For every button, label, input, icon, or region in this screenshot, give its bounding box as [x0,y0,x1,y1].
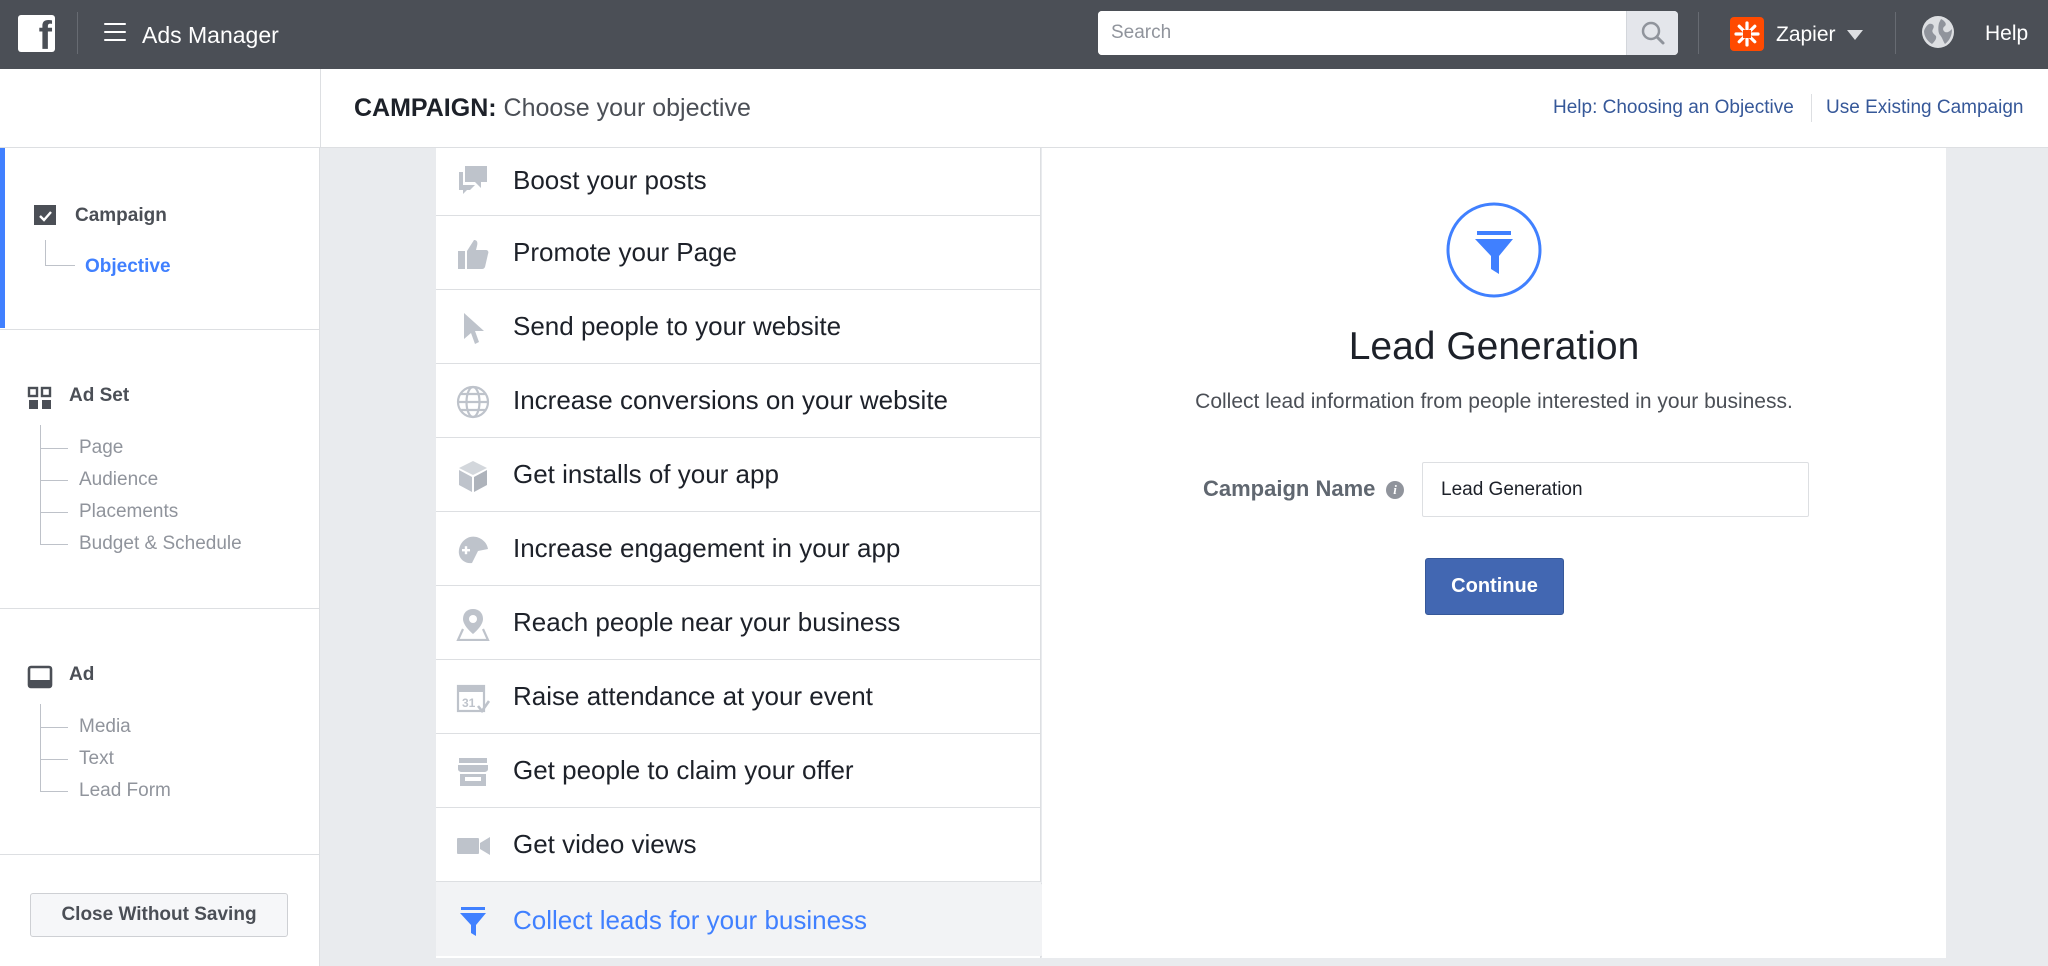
tree-connector [40,448,68,449]
sidebar-item-objective[interactable]: Objective [85,256,171,278]
tree-connector [40,544,68,545]
objective-label: Increase conversions on your website [513,385,949,415]
funnel-icon [460,907,486,936]
info-icon[interactable]: i [1386,481,1404,499]
tree-connector [40,727,68,728]
sidebar-section-ad: Ad Media Text Lead Form [0,609,320,855]
globe-icon [456,385,490,419]
sidebar-section-campaign: Campaign Objective [0,148,320,330]
gamepad-icon [458,536,488,564]
help-link[interactable]: Help [1985,22,2028,46]
top-bar-divider [77,12,78,54]
sidebar: Campaign Objective Ad Set Page Audience … [0,148,320,966]
objective-website-conversions[interactable]: Increase conversions on your website [436,364,1041,438]
header-divider [320,69,321,148]
active-section-indicator [0,148,5,328]
svg-text:31: 31 [462,696,476,710]
speech-bubbles-icon [459,166,487,194]
objective-boost-posts[interactable]: Boost your posts [436,148,1041,216]
page-title-prefix: CAMPAIGN: [354,94,497,122]
tree-connector [45,240,46,265]
sidebar-item-lead-form[interactable]: Lead Form [79,780,171,802]
objective-promote-page[interactable]: Promote your Page [436,216,1041,290]
continue-button[interactable]: Continue [1425,558,1564,615]
tree-connector [45,265,75,266]
thumbs-up-icon [458,240,489,269]
account-name: Zapier [1776,23,1836,46]
page-title: CAMPAIGN: Choose your objective [354,94,751,123]
objective-lead-generation[interactable]: Collect leads for your business [436,882,1041,956]
header-link-divider [1811,94,1812,122]
objective-label: Increase engagement in your app [513,533,901,563]
close-without-saving-button[interactable]: Close Without Saving [30,893,288,937]
globe-icon[interactable] [1921,15,1955,49]
grid-icon [27,386,52,409]
map-pin-icon [456,609,490,641]
objective-description: Collect lead information from people int… [1195,390,1793,413]
search-button[interactable] [1626,11,1678,55]
page-header: CAMPAIGN: Choose your objective Help: Ch… [0,69,2048,148]
sidebar-section-title[interactable]: Ad Set [69,385,129,407]
hamburger-menu-icon[interactable] [104,23,126,41]
objective-label: Get people to claim your offer [513,755,854,785]
sidebar-item-text[interactable]: Text [79,748,114,770]
sidebar-section-title[interactable]: Campaign [75,205,167,227]
search-icon [1641,21,1665,45]
top-bar-divider [1698,12,1699,54]
objective-label: Raise attendance at your event [513,681,873,711]
video-camera-icon [457,837,490,855]
top-bar: f Ads Manager Zapier [0,0,2048,69]
sidebar-section-ad-set: Ad Set Page Audience Placements Budget &… [0,330,320,609]
objective-list: Boost your posts Promote your Page Send … [436,148,1041,958]
chevron-down-icon [1847,30,1863,40]
objective-event-responses[interactable]: 31 Raise attendance at your event [436,660,1041,734]
objective-label: Get installs of your app [513,459,779,489]
search-input[interactable] [1098,11,1622,55]
objective-offer-claims[interactable]: Get people to claim your offer [436,734,1041,808]
objective-app-engagement[interactable]: Increase engagement in your app [436,512,1041,586]
sidebar-section-title[interactable]: Ad [69,664,94,686]
calendar-icon: 31 [456,684,490,714]
sidebar-item-placements[interactable]: Placements [79,501,178,523]
search-box [1098,11,1678,55]
objective-title: Lead Generation [1348,325,1640,368]
objective-website-traffic[interactable]: Send people to your website [436,290,1041,364]
app-title[interactable]: Ads Manager [142,22,279,49]
objective-label: Reach people near your business [513,607,901,637]
objective-label: Send people to your website [513,311,842,341]
page-title-text: Choose your objective [503,94,751,122]
sidebar-item-budget-schedule[interactable]: Budget & Schedule [79,533,242,555]
tree-connector [40,512,68,513]
tree-connector [40,480,68,481]
lead-generation-funnel-icon [1446,202,1542,298]
sidebar-item-page[interactable]: Page [79,437,123,459]
objective-label: Promote your Page [513,237,738,267]
facebook-logo-letter: f [38,15,52,52]
ad-preview-icon [27,665,53,689]
objective-label: Get video views [513,829,697,859]
objective-local-awareness[interactable]: Reach people near your business [436,586,1041,660]
sidebar-item-audience[interactable]: Audience [79,469,158,491]
storefront-icon [458,758,488,786]
campaign-name-label: Campaign Name [1203,476,1376,501]
objective-label: Boost your posts [513,165,707,195]
help-choosing-objective-link[interactable]: Help: Choosing an Objective [1553,97,1794,119]
tree-connector [40,759,68,760]
zapier-logo-icon [1730,17,1764,51]
sidebar-item-media[interactable]: Media [79,716,131,738]
checkbox-checked-icon [34,205,56,225]
cursor-icon [464,313,484,344]
top-bar-divider [1895,12,1896,54]
objective-detail-panel: Lead Generation Collect lead information… [1042,148,1946,958]
tree-connector [40,704,41,792]
box-icon [459,461,487,492]
use-existing-campaign-link[interactable]: Use Existing Campaign [1826,97,2023,119]
objective-video-views[interactable]: Get video views [436,808,1041,882]
tree-connector [40,425,41,545]
objective-app-installs[interactable]: Get installs of your app [436,438,1041,512]
tree-connector [40,791,68,792]
campaign-name-input[interactable] [1422,462,1809,517]
objective-label: Collect leads for your business [513,905,868,935]
facebook-logo[interactable]: f [18,15,55,52]
